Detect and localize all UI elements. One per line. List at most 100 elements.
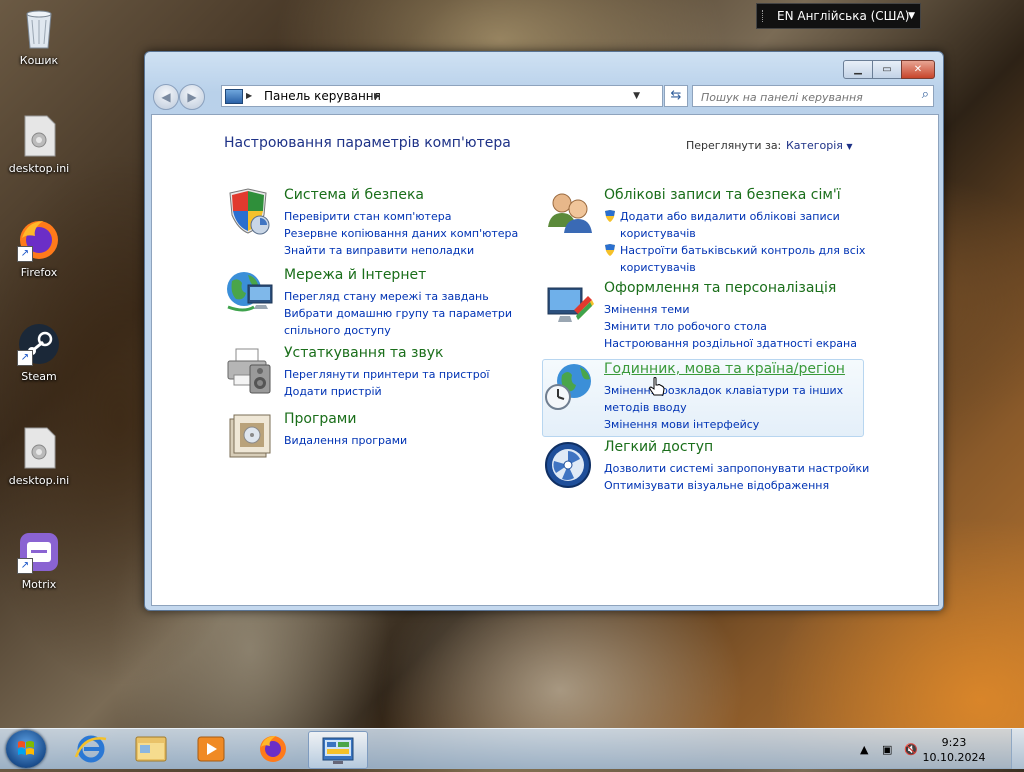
desktop-icon-desktop-ini-2[interactable]: desktop.ini [8,426,70,487]
settings-file-icon [17,426,61,470]
control-panel-window: ▁ ▭ ✕ ◀ ▶ ▶ Панель керування ▶ ▼ ⇆ ⌕ Нас… [144,51,944,611]
category-clock-language-region: Годинник, мова та країна/регіон Змінення… [544,361,864,433]
shortcut-arrow-icon: ↗ [17,246,33,262]
taskbar-firefox[interactable] [244,731,302,767]
taskbar-internet-explorer[interactable] [62,731,120,767]
link-change-theme[interactable]: Змінення теми [604,301,857,318]
taskbar-control-panel[interactable] [308,731,368,769]
breadcrumb-control-panel[interactable]: Панель керування [264,86,381,106]
desktop-icon-steam[interactable]: ↗ Steam [8,322,70,383]
link-optimize-visual-display[interactable]: Оптимізувати візуальне відображення [604,477,869,494]
maximize-button[interactable]: ▭ [872,60,902,79]
minimize-button[interactable]: ▁ [843,60,873,79]
category-programs: Програми Видалення програми [224,411,544,461]
control-panel-icon [225,89,243,104]
address-bar[interactable]: ▶ Панель керування ▶ ▼ [221,85,663,107]
close-button[interactable]: ✕ [901,60,935,79]
desktop-icon-recycle-bin[interactable]: Кошик [8,6,70,67]
desktop-icon-label: Motrix [21,578,57,591]
link-backup-computer[interactable]: Резервне копіювання даних комп'ютера [284,225,518,242]
breadcrumb-separator-icon[interactable]: ▶ [374,86,380,106]
language-indicator[interactable]: EN Англійська (США) [777,4,909,28]
network-icon[interactable]: ▣ [882,743,892,756]
link-change-display-language[interactable]: Змінення мови інтерфейсу [604,416,843,433]
clock[interactable]: 9:23 10.10.2024 [922,735,986,765]
search-icon[interactable]: ⌕ [922,87,929,102]
category-appearance: Оформлення та персоналізація Змінення те… [544,280,864,352]
breadcrumb-separator-icon[interactable]: ▶ [246,86,252,106]
view-by-value[interactable]: Категорія [786,139,843,152]
address-dropdown-icon[interactable]: ▼ [633,86,640,106]
printer-icon [224,345,276,397]
category-title-programs[interactable]: Програми [284,411,356,427]
settings-file-icon [17,114,61,158]
category-hardware-sound: Устаткування та звук Переглянути принтер… [224,345,544,405]
link-uninstall-program[interactable]: Видалення програми [284,432,407,449]
back-button[interactable]: ◀ [153,84,179,110]
link-let-windows-suggest[interactable]: Дозволити системі запропонувати настройк… [604,460,869,477]
language-bar[interactable]: EN Англійська (США) ▼ [756,3,921,29]
forward-button[interactable]: ▶ [179,84,205,110]
show-hidden-icons-icon[interactable]: ▲ [860,743,868,756]
system-tray: ▲ ▣ 🔇 9:23 10.10.2024 [834,729,1014,769]
shield-icon [224,187,276,239]
windows-logo-icon [18,741,34,755]
category-links: Додати або видалити облікові записи кори… [604,208,865,276]
category-title-ease-of-access[interactable]: Легкий доступ [604,439,713,455]
link-change-keyboards[interactable]: Змінення розкладок клавіатури та інших [604,382,843,399]
chevron-down-icon[interactable]: ▼ [908,4,915,28]
desktop-icon-firefox[interactable]: ↗ Firefox [8,218,70,279]
desktop-icon-label: desktop.ini [8,162,70,175]
start-button[interactable] [6,730,46,768]
link-choose-homegroup[interactable]: Вибрати домашню групу та параметри [284,305,512,322]
show-desktop-button[interactable] [1011,729,1024,769]
firefox-icon: ↗ [17,218,61,262]
search-box[interactable]: ⌕ [692,85,934,108]
shortcut-arrow-icon: ↗ [17,558,33,574]
category-links: Перегляд стану мережі та завдань Вибрати… [284,288,512,339]
category-title-appearance[interactable]: Оформлення та персоналізація [604,280,836,296]
category-title-system-security[interactable]: Система й безпека [284,187,424,203]
refresh-button[interactable]: ⇆ [664,85,688,107]
ease-of-access-icon [544,439,596,491]
category-title-hardware-sound[interactable]: Устаткування та звук [284,345,444,361]
desktop-icon-label: Steam [21,370,57,383]
link-change-keyboards-cont[interactable]: методів вводу [604,399,843,416]
link-add-remove-accounts[interactable]: Додати або видалити облікові записи [604,208,865,225]
link-view-network-status[interactable]: Перегляд стану мережі та завдань [284,288,512,305]
link-parental-controls[interactable]: Настроїти батьківський контроль для всіх [604,242,865,259]
desktop-icon-desktop-ini[interactable]: desktop.ini [8,114,70,175]
link-parental-controls-cont[interactable]: користувачів [604,259,865,276]
link-check-computer-status[interactable]: Перевірити стан комп'ютера [284,208,518,225]
file-explorer-icon [135,736,167,762]
view-by-dropdown[interactable]: Категорія ▼ [786,139,853,152]
taskbar-media-player[interactable] [182,731,240,767]
link-change-desktop-background[interactable]: Змінити тло робочого стола [604,318,857,335]
category-title-clock-language-region[interactable]: Годинник, мова та країна/регіон [604,361,845,377]
volume-muted-icon[interactable]: 🔇 [904,743,918,756]
category-system-security: Система й безпека Перевірити стан комп'ю… [224,187,544,259]
taskbar-file-explorer[interactable] [122,731,180,767]
desktop-icon-label: Кошик [19,54,59,67]
programs-icon [224,411,276,463]
link-adjust-screen-resolution[interactable]: Настроювання роздільної здатності екрана [604,335,857,352]
link-choose-homegroup-cont[interactable]: спільного доступу [284,322,512,339]
link-add-remove-accounts-cont[interactable]: користувачів [604,225,865,242]
chevron-down-icon[interactable]: ▼ [846,142,852,151]
uac-shield-icon [605,244,615,256]
appearance-icon [544,280,596,332]
window-caption-buttons: ▁ ▭ ✕ [843,60,935,79]
link-find-fix-problems[interactable]: Знайти та виправити неполадки [284,242,518,259]
view-by-label: Переглянути за: [686,139,782,152]
category-title-network-internet[interactable]: Мережа й Інтернет [284,267,426,283]
search-input[interactable] [699,87,909,108]
category-title-user-accounts[interactable]: Облікові записи та безпека сім'ї [604,187,841,203]
link-view-devices-printers[interactable]: Переглянути принтери та пристрої [284,366,489,383]
navigation-bar: ◀ ▶ ▶ Панель керування ▶ ▼ ⇆ ⌕ [151,82,937,110]
category-links: Змінення розкладок клавіатури та інших м… [604,382,843,433]
desktop-icon-motrix[interactable]: ↗ Motrix [8,530,70,591]
hand-cursor-icon [649,377,665,401]
link-add-device[interactable]: Додати пристрій [284,383,489,400]
clock-date: 10.10.2024 [922,751,986,764]
clock-globe-icon [544,361,596,413]
